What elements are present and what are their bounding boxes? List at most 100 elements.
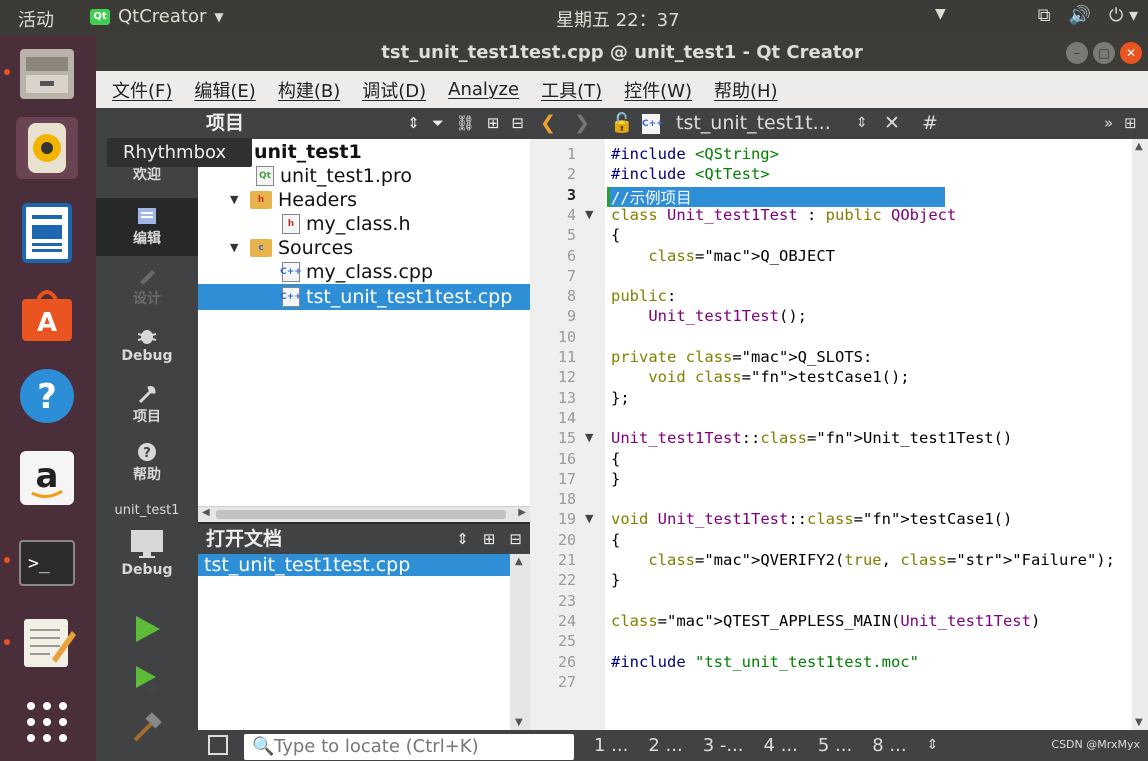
locator-input[interactable]: 🔍 Type to locate (Ctrl+K)	[244, 734, 574, 760]
terminal-app-icon[interactable]: >_	[16, 531, 78, 593]
code-line[interactable]: class="mac">QVERIFY2(true, class="str">"…	[611, 551, 1115, 569]
code-line[interactable]: //示例项目	[611, 186, 692, 208]
writer-app-icon[interactable]	[16, 201, 78, 263]
code-line[interactable]: class="mac">QTEST_APPLESS_MAIN(Unit_test…	[611, 612, 1040, 630]
power-icon[interactable]: ⏻ ▾	[1109, 5, 1138, 26]
rhythmbox-app-icon[interactable]	[16, 117, 78, 179]
code-line[interactable]: };	[611, 389, 630, 407]
code-line[interactable]: void class="fn">testCase1();	[611, 368, 909, 386]
menu-help[interactable]: 帮助(H)	[714, 77, 778, 103]
mode-projects[interactable]: 项目	[96, 384, 198, 426]
mode-help[interactable]: ? 帮助	[96, 442, 198, 484]
code-editor[interactable]: 1 2 3 4 ▼ 5 6 7 8 9 10 11 12 13 14 15 ▼ 16 17 18 19 ▼ 20 21 22 23…	[530, 139, 1148, 730]
code-line[interactable]: {	[611, 450, 620, 468]
pane-button-4[interactable]: 4 ...	[764, 730, 798, 761]
mode-edit[interactable]: 编辑	[96, 198, 198, 256]
tree-node-source1[interactable]: C++ my_class.cpp	[280, 260, 433, 284]
close-document-icon[interactable]: ✕	[884, 108, 900, 139]
code-line[interactable]: class Unit_test1Test : public QObject	[611, 206, 956, 224]
volume-icon[interactable]: 🔊	[1069, 5, 1091, 26]
editor-scrollbar[interactable]: ▲ ▼	[1132, 139, 1148, 730]
close-pane-icon[interactable]: ⊟	[511, 108, 524, 139]
toggle-sidebar-icon[interactable]	[208, 735, 228, 755]
code-line[interactable]: }	[611, 571, 620, 589]
menu-edit[interactable]: 编辑(E)	[194, 77, 255, 103]
pane-button-5[interactable]: 5 ...	[818, 730, 852, 761]
close-button[interactable]: ✕	[1120, 42, 1142, 64]
code-line[interactable]: public:	[611, 287, 676, 305]
vertical-scrollbar[interactable]: ▲ ▼	[510, 554, 530, 730]
run-button[interactable]	[96, 614, 198, 648]
software-center-icon[interactable]: A	[16, 283, 78, 345]
horizontal-scrollbar[interactable]: ◀ ▶	[198, 506, 530, 522]
pane-button-8[interactable]: 8 ...	[872, 730, 906, 761]
kit-selector[interactable]: Debug	[96, 528, 198, 578]
pane-button-1[interactable]: 1 ...	[594, 730, 628, 761]
back-arrow-icon[interactable]: ❮	[540, 108, 556, 139]
code-line[interactable]: }	[611, 470, 620, 488]
scroll-down-icon[interactable]: ▼	[515, 717, 523, 728]
filter-icon[interactable]: ⏷	[432, 108, 444, 139]
sort-icon[interactable]: ⇕	[407, 108, 420, 139]
code-line[interactable]: {	[611, 226, 620, 244]
split-icon[interactable]: ⊞	[1124, 108, 1137, 139]
app-menu[interactable]: Qt QtCreator ▼	[90, 6, 224, 27]
code-line[interactable]: class="mac">Q_OBJECT	[611, 247, 835, 265]
scroll-thumb[interactable]	[216, 510, 506, 519]
files-app-icon[interactable]	[16, 43, 78, 105]
pane-menu-icon[interactable]: ⇕	[927, 730, 939, 761]
expand-arrow-icon[interactable]: ▼	[230, 188, 244, 212]
editor-tab-title[interactable]: tst_unit_test1t...	[676, 108, 831, 139]
code-line[interactable]: Unit_test1Test::class="fn">Unit_test1Tes…	[611, 429, 1012, 447]
menu-file[interactable]: 文件(F)	[112, 77, 172, 103]
more-icon[interactable]: »	[1104, 108, 1113, 139]
tree-node-source2[interactable]: C++ tst_unit_test1test.cpp	[280, 285, 512, 309]
activities-button[interactable]: 活动	[18, 6, 54, 32]
code-line[interactable]: void Unit_test1Test::class="fn">testCase…	[611, 510, 1012, 528]
show-apps-icon[interactable]	[16, 691, 78, 753]
menu-build[interactable]: 构建(B)	[278, 77, 340, 103]
link-icon[interactable]: ⛓	[456, 108, 475, 139]
split-icon[interactable]: ⊞	[487, 108, 500, 139]
symbol-hash[interactable]: #	[922, 108, 938, 139]
text-editor-icon[interactable]	[16, 611, 78, 673]
tab-dropdown-icon[interactable]: ⇕	[856, 108, 868, 139]
debug-run-button[interactable]	[96, 664, 198, 700]
help-app-icon[interactable]: ?	[16, 365, 78, 427]
fold-marker-icon[interactable]: ▼	[585, 208, 593, 221]
maximize-button[interactable]: □	[1093, 42, 1115, 64]
code-area[interactable]: #include <QString> #include <QtTest> //示例项…	[605, 139, 1132, 730]
menu-tools[interactable]: 工具(T)	[541, 77, 602, 103]
code-line[interactable]: #include <QtTest>	[611, 165, 770, 183]
scroll-up-icon[interactable]: ▲	[515, 556, 523, 567]
mode-debug[interactable]: Debug	[96, 326, 198, 364]
mode-design[interactable]: 设计	[96, 266, 198, 308]
amazon-app-icon[interactable]: a	[16, 447, 78, 509]
scroll-right-icon[interactable]: ▶	[518, 507, 526, 518]
dropdown-icon[interactable]: ▼	[935, 6, 946, 22]
fold-marker-icon[interactable]: ▼	[585, 431, 593, 444]
menu-analyze[interactable]: Analyze	[448, 79, 519, 100]
code-line[interactable]: Unit_test1Test();	[611, 307, 807, 325]
code-line[interactable]: {	[611, 531, 620, 549]
scroll-down-icon[interactable]: ▼	[1135, 717, 1143, 728]
minimize-button[interactable]: –	[1066, 42, 1088, 64]
code-line[interactable]: #include "tst_unit_test1test.moc"	[611, 653, 919, 671]
code-line[interactable]: #include <QString>	[611, 145, 779, 163]
code-line[interactable]: private class="mac">Q_SLOTS:	[611, 348, 872, 366]
scroll-up-icon[interactable]: ▲	[1135, 141, 1143, 152]
mode-welcome[interactable]: 欢迎	[96, 164, 198, 184]
menu-debug[interactable]: 调试(D)	[362, 77, 426, 103]
fold-marker-icon[interactable]: ▼	[585, 512, 593, 525]
forward-arrow-icon[interactable]: ❯	[574, 108, 590, 139]
split-icon[interactable]: ⊞	[483, 524, 496, 554]
tree-node-headers[interactable]: ▼ h Headers	[230, 188, 357, 212]
close-pane-icon[interactable]: ⊟	[509, 524, 522, 554]
tree-node-pro[interactable]: Qt unit_test1.pro	[256, 164, 412, 188]
expand-arrow-icon[interactable]: ▼	[230, 236, 244, 260]
clock[interactable]: 星期五 22：37	[556, 6, 680, 32]
sort-icon[interactable]: ⇕	[456, 524, 469, 554]
pane-button-2[interactable]: 2 ...	[648, 730, 682, 761]
open-document-item[interactable]: tst_unit_test1test.cpp	[198, 554, 510, 576]
menu-widgets[interactable]: 控件(W)	[624, 77, 692, 103]
